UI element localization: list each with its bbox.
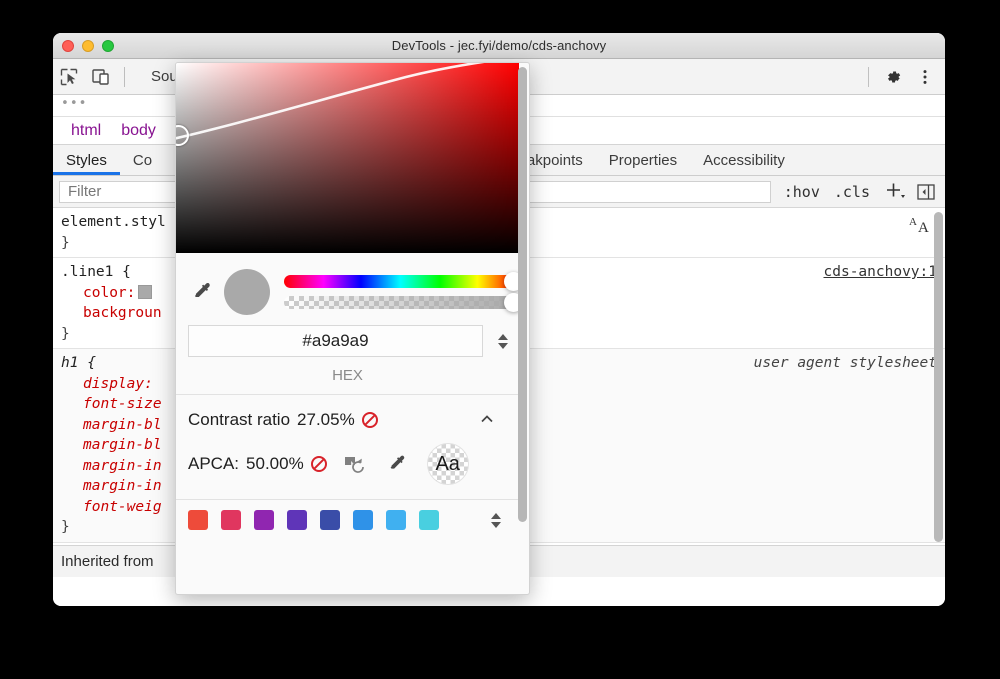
toolbar-divider [868,66,869,87]
close-window-button[interactable] [62,40,74,52]
tab-properties[interactable]: Properties [596,145,690,175]
traffic-lights [62,40,114,52]
color-sliders-row [176,253,529,325]
palette-up-arrow-icon[interactable] [491,512,501,519]
color-picker-scrollbar[interactable] [518,67,527,522]
device-toolbar-icon[interactable] [85,61,117,93]
cls-button[interactable]: .cls [827,183,877,201]
maximize-window-button[interactable] [102,40,114,52]
palette-swatch-3[interactable] [287,510,307,530]
breadcrumb-item-html[interactable]: html [61,122,111,140]
breadcrumb-item-body[interactable]: body [111,122,166,140]
palette-swatch-7[interactable] [419,510,439,530]
chevron-up-icon[interactable] [479,411,495,427]
contrast-text-preview: Aa [426,443,469,485]
sidebar-toggle-icon[interactable] [913,181,939,203]
alpha-slider[interactable] [284,293,523,312]
color-palette-row [176,500,519,540]
format-up-arrow-icon[interactable] [498,333,508,340]
color-picker-popup: #a9a9a9 HEX Contrast ratio 27.05% APCA: … [175,62,530,595]
apca-row[interactable]: APCA: 50.00% Aa [188,441,507,487]
window-title: DevTools - jec.fyi/demo/cds-anchovy [391,38,607,53]
color-picker-cursor[interactable] [176,125,189,146]
hex-input-row: #a9a9a9 [176,325,529,361]
toolbar-right-group [860,59,941,94]
property-name: color: [83,284,136,301]
color-format-stepper[interactable] [489,333,517,349]
apca-value: 50.00% [246,454,304,473]
rule-origin-link[interactable]: cds-anchovy:1 [824,262,938,283]
dom-ellipsis: ••• [61,96,88,111]
contrast-ratio-row[interactable]: Contrast ratio 27.05% [188,405,507,435]
contrast-ratio-label: Contrast ratio [188,410,291,429]
palette-swatch-4[interactable] [320,510,340,530]
contrast-section: Contrast ratio 27.05% APCA: 50.00% Aa [176,394,519,500]
tab-styles[interactable]: Styles [53,145,120,175]
new-style-rule-button[interactable] [877,181,913,203]
apca-label: APCA: [188,454,240,473]
contrast-eyedropper-icon[interactable] [387,453,409,475]
styles-pane-scrollbar[interactable] [934,212,943,542]
palette-down-arrow-icon[interactable] [491,521,501,528]
window-titlebar: DevTools - jec.fyi/demo/cds-anchovy [53,33,945,59]
eyedropper-icon[interactable] [188,277,218,307]
refresh-contrast-icon[interactable] [343,454,367,474]
gear-icon[interactable] [877,61,909,93]
inspect-element-icon[interactable] [53,61,85,93]
palette-swatch-2[interactable] [254,510,274,530]
palette-swatch-5[interactable] [353,510,373,530]
color-format-label: HEX [332,367,363,384]
tab-accessibility[interactable]: Accessibility [690,145,798,175]
color-preview-swatch [224,269,270,315]
slider-stack [284,272,523,312]
format-down-arrow-icon[interactable] [498,342,508,349]
tab-computed[interactable]: Co [120,145,165,175]
contrast-ratio-value: 27.05% [297,410,355,429]
kebab-menu-icon[interactable] [909,61,941,93]
contrast-ratio-curve [176,63,485,140]
hex-value-input[interactable]: #a9a9a9 [188,325,483,357]
rule-origin-note: user agent stylesheet [753,355,937,371]
palette-swatch-1[interactable] [221,510,241,530]
palette-swatch-6[interactable] [386,510,406,530]
saturation-value-gradient[interactable] [176,63,519,253]
hov-button[interactable]: :hov [777,183,827,201]
palette-swatch-0[interactable] [188,510,208,530]
color-swatch[interactable] [138,284,153,299]
no-entry-icon [310,456,327,472]
hue-slider[interactable] [284,272,523,291]
palette-stepper[interactable] [491,512,501,528]
minimize-window-button[interactable] [82,40,94,52]
toolbar-separator [124,66,125,87]
no-entry-icon [361,412,378,428]
